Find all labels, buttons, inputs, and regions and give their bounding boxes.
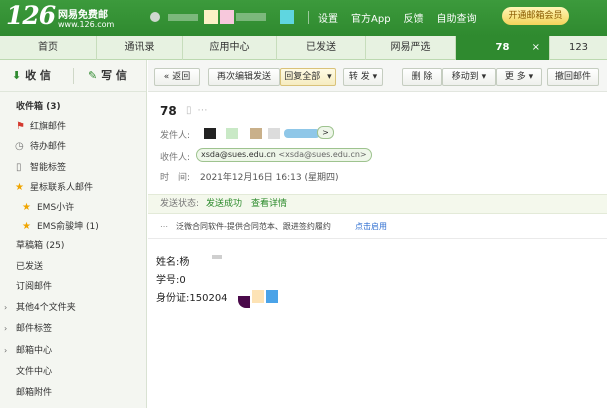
sidebar-item-smart-tags[interactable]: ▯ 智能标签 (0, 158, 146, 178)
recipient-pill[interactable]: xsda@sues.edu.cn <xsda@sues.edu.cn> (196, 148, 372, 162)
time-value: 2021年12月16日 16:13 (星期四) (200, 173, 339, 183)
top-header: 126 网易免费邮 www.126.com 设置 官方App 反馈 自助查询 开… (0, 0, 607, 36)
chevron-left-icon: « (163, 72, 170, 82)
reedit-send-button[interactable]: 再次编辑发送 (208, 68, 280, 86)
subject-icons: ▯⋯ (186, 105, 214, 116)
star-icon: ★ (22, 221, 31, 232)
logo-url: www.126.com (58, 20, 115, 29)
tag-icon: ▯ (16, 162, 22, 173)
back-button[interactable]: « 返回 (154, 68, 200, 86)
body-idcard-line: 身份证:150204 (156, 293, 228, 304)
chevron-right-icon: › (4, 303, 8, 312)
logo-title: 网易免费邮 (58, 10, 108, 21)
reply-all-button[interactable]: 回复全部 ▾ (280, 68, 336, 86)
mail-reader: « 返回 再次编辑发送 回复全部 ▾ 转 发 ▾ 删 除 移动到 ▾ 更 多 ▾… (148, 60, 607, 408)
feedback-link[interactable]: 反馈 (404, 10, 424, 25)
self-service-link[interactable]: 自助查询 (437, 10, 477, 25)
clock-icon: ◷ (15, 141, 24, 152)
tab-contacts[interactable]: 通讯录 (97, 36, 183, 60)
from-masked: > (204, 126, 334, 140)
edit-icon: ✎ (88, 69, 98, 82)
sidebar-item-todo[interactable]: ◷ 待办邮件 (0, 137, 146, 157)
vip-button[interactable]: 开通邮箱会员 (502, 7, 569, 25)
sidebar-item-mail-tags[interactable]: › 邮件标签 (0, 319, 146, 339)
settings-link[interactable]: 设置 (318, 10, 338, 25)
from-label: 发件人: (160, 131, 191, 141)
tag-icon[interactable]: ▯ (186, 105, 198, 116)
tab-home[interactable]: 首页 (0, 36, 97, 60)
tab-sent[interactable]: 已发送 (277, 36, 366, 60)
logo[interactable]: 126 网易免费邮 www.126.com (6, 1, 136, 33)
flag-icon: ⚑ (16, 121, 25, 132)
to-label: 收件人: (160, 153, 191, 163)
forward-button[interactable]: 转 发 ▾ (343, 68, 383, 86)
body-name-line: 姓名:杨 (156, 257, 190, 268)
sidebar-item-ems-yu[interactable]: ★ EMS俞骏坤 (1) (0, 217, 146, 237)
sidebar: ⬇ 收 信 ✎ 写 信 收件箱 (3) ⚑ 红旗邮件 ◷ 待办邮件 ▯ 智能标签… (0, 60, 147, 408)
sidebar-item-inbox[interactable]: 收件箱 (3) (0, 97, 146, 117)
ad-icon: ⋯ (160, 222, 168, 231)
ad-banner: ⋯ 泛微合同软件-提供合同范本、跟进签约履约 点击启用 (148, 215, 607, 239)
sidebar-item-flagged[interactable]: ⚑ 红旗邮件 (0, 117, 146, 137)
receive-button[interactable]: ⬇ 收 信 (12, 67, 51, 83)
sidebar-item-ems-xu[interactable]: ★ EMS小许 (0, 198, 146, 218)
star-icon: ★ (22, 202, 31, 213)
status-value: 发送成功 (206, 199, 243, 209)
sidebar-item-file-center[interactable]: 文件中心 (0, 362, 146, 382)
write-button[interactable]: ✎ 写 信 (88, 67, 127, 83)
chevron-down-icon: ▾ (372, 72, 378, 82)
move-to-button[interactable]: 移动到 ▾ (442, 68, 496, 86)
tab-bar: 首页 通讯录 应用中心 已发送 网易严选 78 × 123 (0, 36, 607, 60)
chevron-down-icon[interactable]: ▾ (327, 72, 332, 82)
chevron-right-icon: › (4, 324, 8, 333)
sidebar-item-subscriptions[interactable]: 订阅邮件 (0, 277, 146, 297)
sidebar-item-drafts[interactable]: 草稿箱 (25) (0, 236, 146, 256)
tab-app-center[interactable]: 应用中心 (183, 36, 277, 60)
ad-enable-link[interactable]: 点击启用 (355, 215, 387, 239)
sidebar-item-star-contacts[interactable]: ★ 星标联系人邮件 (0, 178, 146, 198)
chevron-down-icon: ▾ (481, 72, 487, 82)
body-id-line: 学号:0 (156, 275, 186, 286)
sidebar-item-mail-center[interactable]: › 邮箱中心 (0, 341, 146, 361)
toolbar: « 返回 再次编辑发送 回复全部 ▾ 转 发 ▾ 删 除 移动到 ▾ 更 多 ▾… (148, 60, 607, 92)
sidebar-item-sent[interactable]: 已发送 (0, 257, 146, 277)
recall-button[interactable]: 撤回邮件 (547, 68, 599, 86)
body-name-masked (212, 255, 222, 259)
more-icon[interactable]: ⋯ (198, 105, 214, 116)
account-avatar-icon (150, 12, 160, 22)
send-status-bar: 发送状态: 发送成功 查看详情 (148, 194, 607, 214)
star-icon: ★ (15, 182, 24, 193)
official-app-link[interactable]: 官方App (351, 10, 391, 25)
delete-button[interactable]: 删 除 (402, 68, 442, 86)
body-idcard-masked (238, 289, 298, 309)
close-icon[interactable]: × (532, 36, 540, 60)
chevron-right-icon: › (4, 346, 8, 355)
account-masked (148, 9, 298, 27)
time-label: 时 间: (160, 173, 191, 183)
tab-yanxuan[interactable]: 网易严选 (366, 36, 456, 60)
top-links: 设置 官方App 反馈 自助查询 (318, 10, 477, 25)
status-detail-link[interactable]: 查看详情 (251, 195, 287, 213)
sidebar-item-other-folders[interactable]: › 其他4个文件夹 (0, 298, 146, 318)
more-button[interactable]: 更 多 ▾ (496, 68, 542, 86)
sidebar-item-attachments[interactable]: 邮箱附件 (0, 383, 146, 403)
chevron-down-icon: ▾ (528, 72, 534, 82)
logo-number: 126 (6, 1, 56, 30)
tab-mail-123[interactable]: 123 (550, 36, 607, 60)
download-icon: ⬇ (12, 69, 22, 82)
tab-mail-78[interactable]: 78 × (456, 36, 550, 60)
mail-subject: 78 (160, 104, 177, 118)
